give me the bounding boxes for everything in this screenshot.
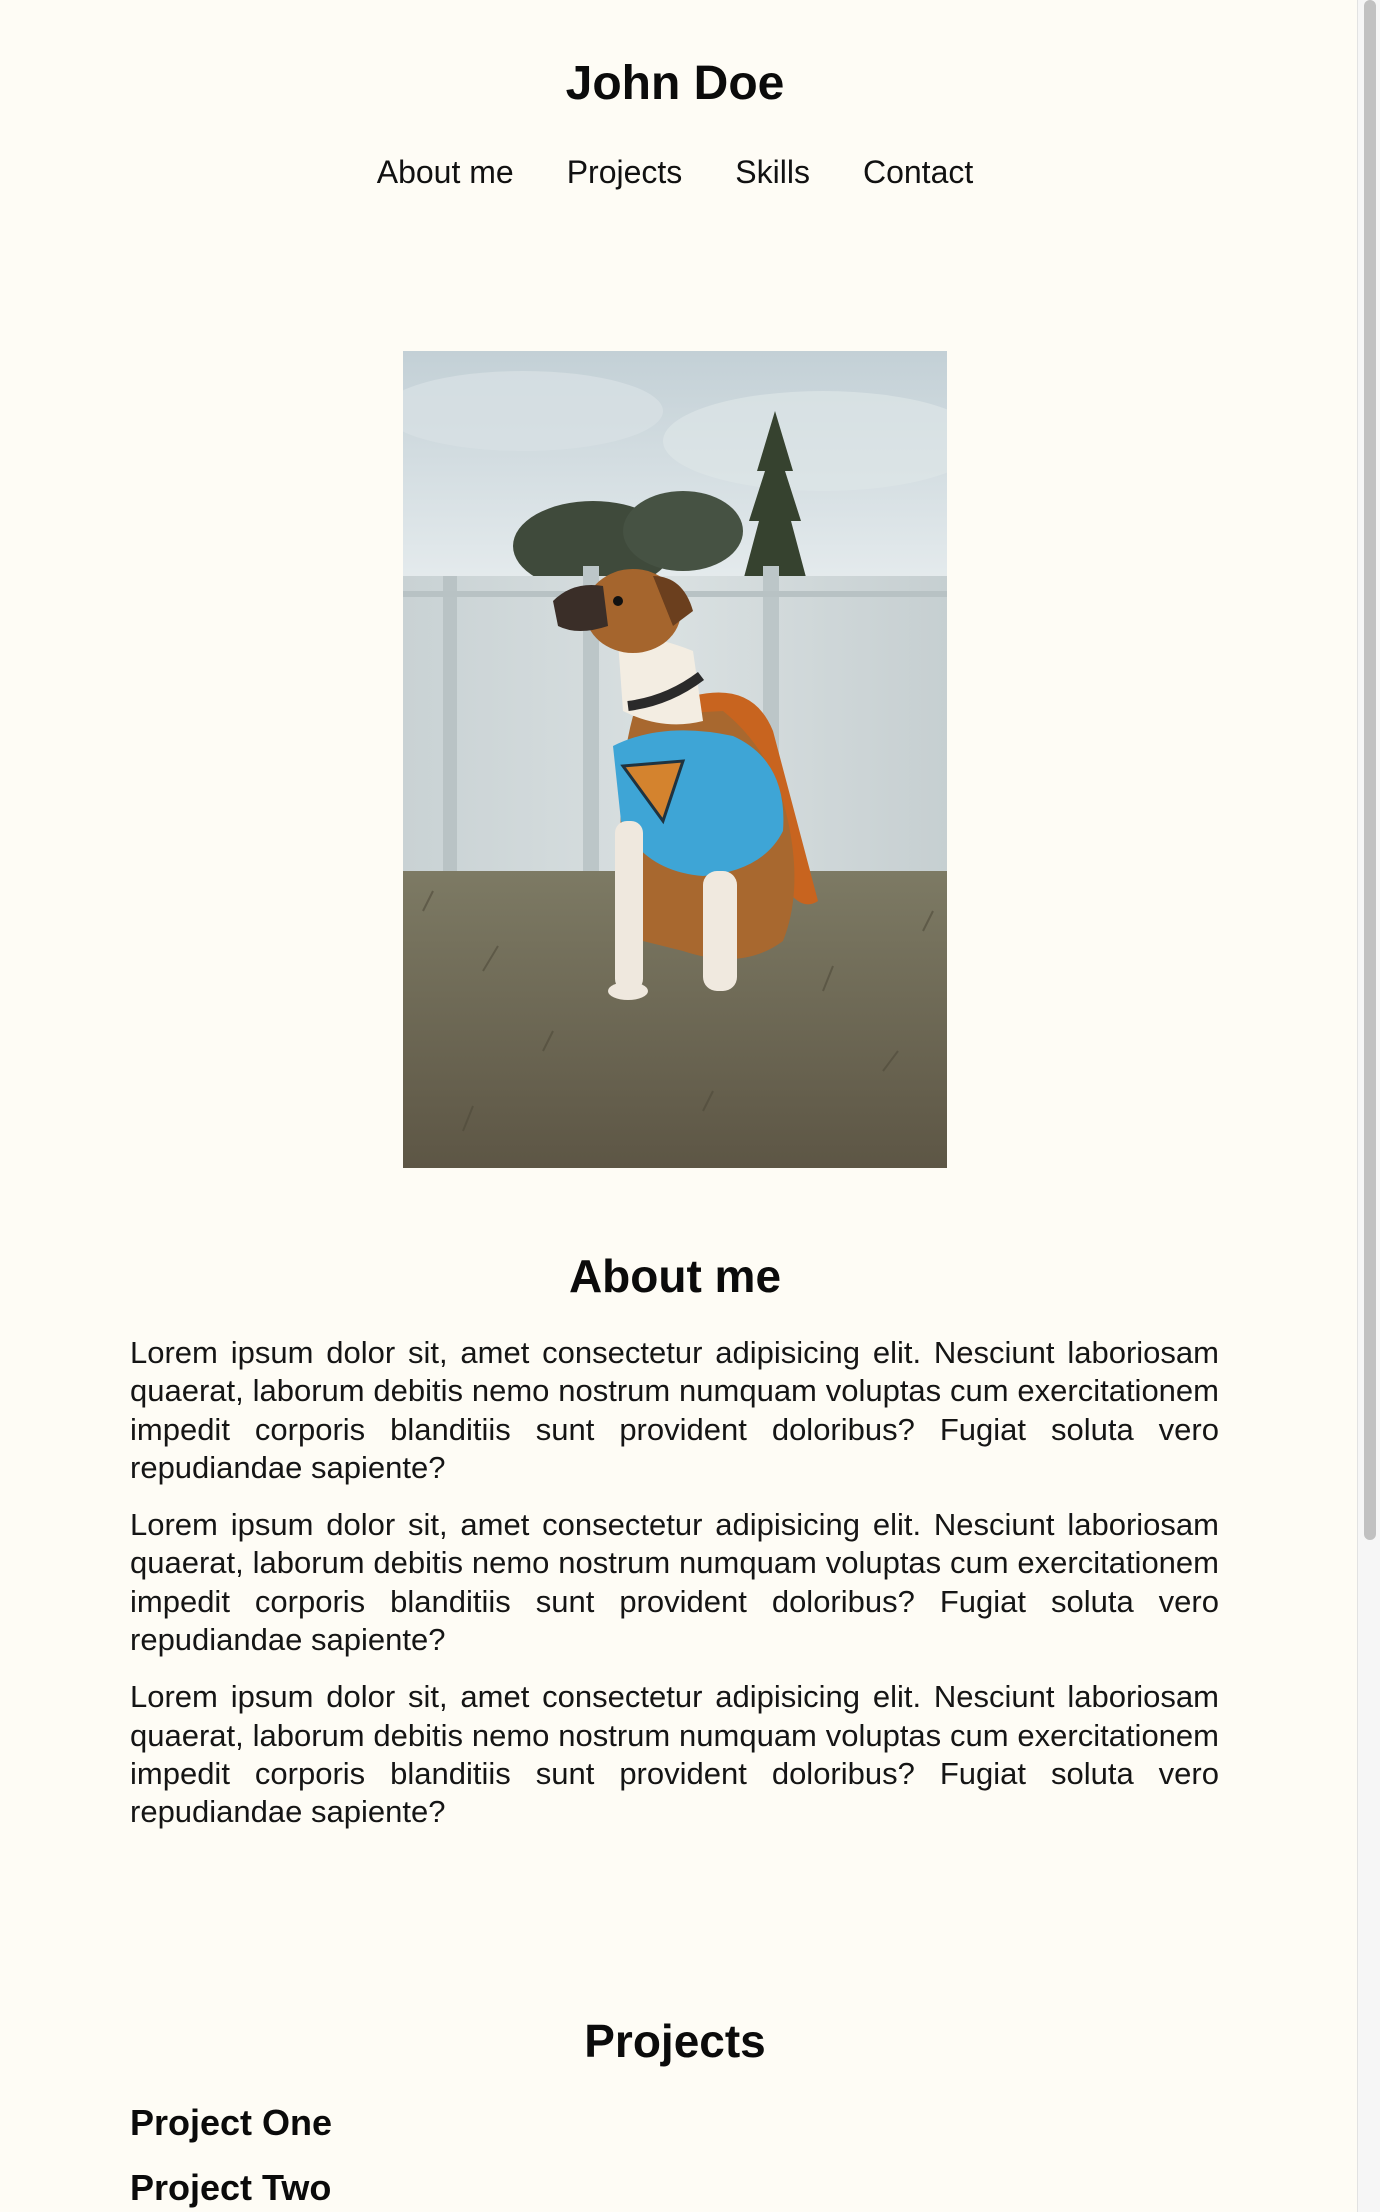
main-nav: About me Projects Skills Contact: [0, 150, 1350, 194]
nav-link-contact[interactable]: Contact: [863, 150, 973, 194]
site-title: John Doe: [565, 57, 785, 110]
projects-heading: Projects: [584, 2015, 766, 2067]
nav-link-about-me[interactable]: About me: [377, 150, 514, 194]
about-paragraph: Lorem ipsum dolor sit, amet consectetur …: [130, 1679, 1219, 1830]
hero-photo: [403, 351, 947, 1168]
about-paragraph: Lorem ipsum dolor sit, amet consectetur …: [130, 1507, 1219, 1658]
about-heading: About me: [568, 1250, 782, 1302]
about-paragraph: Lorem ipsum dolor sit, amet consectetur …: [130, 1335, 1219, 1485]
about-text: Lorem ipsum dolor sit, amet consectetur …: [130, 1334, 1219, 1851]
dog-photo-illustration: [403, 351, 947, 1168]
vertical-scrollbar[interactable]: [1357, 0, 1380, 2212]
nav-link-skills[interactable]: Skills: [735, 150, 810, 194]
nav-link-projects[interactable]: Projects: [567, 150, 683, 194]
page: John Doe About me Projects Skills Contac…: [0, 0, 1357, 2212]
project-title: Project One: [130, 2102, 333, 2143]
scrollbar-thumb[interactable]: [1364, 0, 1376, 1540]
project-title: Project Two: [130, 2167, 332, 2208]
